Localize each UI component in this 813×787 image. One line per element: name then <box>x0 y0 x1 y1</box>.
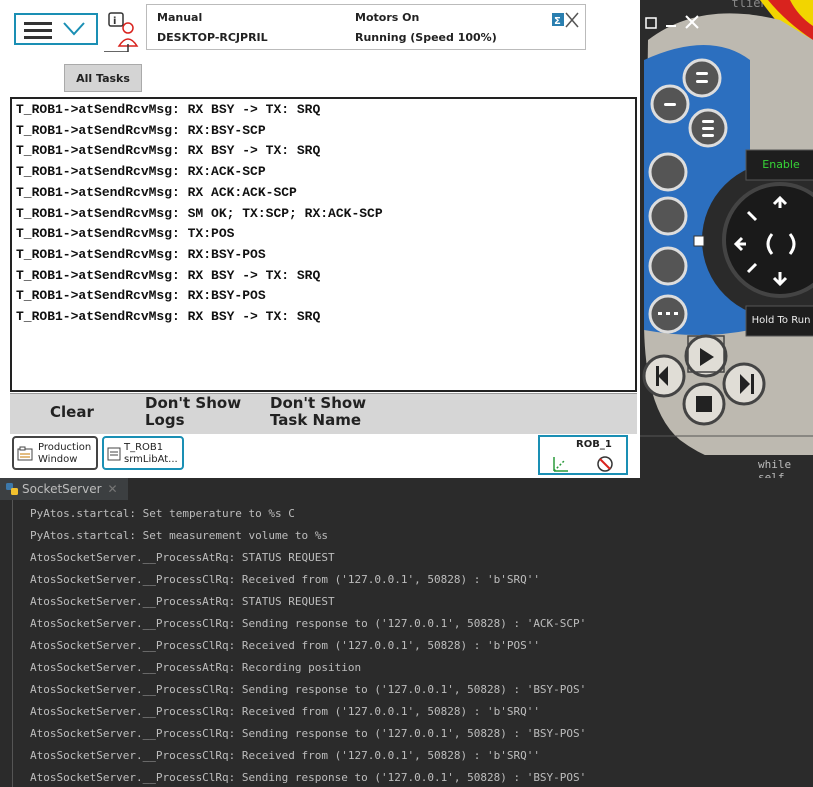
taskbar-label: Production <box>38 442 92 453</box>
dont-show-task-name-button[interactable]: Don't Show Task Name <box>270 395 390 433</box>
console-line: AtosSocketServer.__ProcessAtRq: STATUS R… <box>30 595 335 608</box>
taskbar-label: srmLibAt... <box>124 454 178 465</box>
chevron-down-icon <box>63 22 85 36</box>
button-label: Don't Show <box>145 394 242 412</box>
operator-task-icon[interactable]: i <box>104 10 144 52</box>
console-line: AtosSocketServer.__ProcessClRq: Sending … <box>30 617 587 630</box>
svg-text:i: i <box>113 16 116 27</box>
command-bar: Clear Don't Show Logs Don't Show Task Na… <box>10 393 637 434</box>
console-line: AtosSocketServer.__ProcessAtRq: Recordin… <box>30 661 362 674</box>
log-line: T_ROB1->atSendRcvMsg: RX BSY -> TX: SRQ <box>16 267 321 283</box>
tab-label: SocketServer <box>22 482 102 496</box>
log-line: T_ROB1->atSendRcvMsg: RX BSY -> TX: SRQ <box>16 143 321 159</box>
console-line: AtosSocketServer.__ProcessClRq: Received… <box>30 639 540 652</box>
log-line: T_ROB1->atSendRcvMsg: RX:ACK-SCP <box>16 164 266 180</box>
log-line: T_ROB1->atSendRcvMsg: RX ACK:ACK-SCP <box>16 184 297 200</box>
mode-label: Manual <box>157 11 203 24</box>
production-window-icon <box>17 446 33 461</box>
run-state: Running (Speed 100%) <box>355 31 497 44</box>
console-line: AtosSocketServer.__ProcessAtRq: STATUS R… <box>30 551 335 564</box>
flexpendant-screen: i All Tasks Manual DESKTOP-RCJPRIL Motor… <box>0 0 640 478</box>
clear-button[interactable]: Clear <box>50 404 94 421</box>
console-line: AtosSocketServer.__ProcessClRq: Received… <box>30 749 540 762</box>
log-line: T_ROB1->atSendRcvMsg: RX BSY -> TX: SRQ <box>16 102 321 117</box>
quickset-robot-button[interactable]: ROB_1 <box>538 435 628 475</box>
console-output: PyAtos.startcal: Set temperature to %s C… <box>12 500 813 787</box>
console-line: PyAtos.startcal: Set measurement volume … <box>30 529 329 542</box>
log-line: T_ROB1->atSendRcvMsg: RX:BSY-SCP <box>16 122 266 138</box>
jog-coordinate-icon <box>553 456 613 472</box>
controller-label: DESKTOP-RCJPRIL <box>157 31 268 44</box>
console-line: PyAtos.startcal: Set temperature to %s C <box>30 507 295 520</box>
python-icon <box>6 483 18 495</box>
motors-status: Motors On <box>355 11 420 24</box>
status-panel[interactable]: Manual DESKTOP-RCJPRIL Motors On Running… <box>146 4 586 50</box>
joystick-panel-graphic <box>640 0 813 472</box>
console-line: AtosSocketServer.__ProcessClRq: Received… <box>30 573 540 586</box>
svg-text:Σ: Σ <box>554 16 561 27</box>
taskbar-label: Window <box>38 454 78 465</box>
log-line: T_ROB1->atSendRcvMsg: RX BSY -> TX: SRQ <box>16 309 321 325</box>
log-line: T_ROB1->atSendRcvMsg: SM OK; TX:SCP; RX:… <box>16 205 383 221</box>
status-close-icon[interactable]: Σ <box>551 10 579 30</box>
log-line: T_ROB1->atSendRcvMsg: RX:BSY-POS <box>16 288 266 304</box>
console-line: AtosSocketServer.__ProcessClRq: Received… <box>30 705 540 718</box>
console-line: AtosSocketServer.__ProcessClRq: Sending … <box>30 771 587 784</box>
program-editor-icon <box>107 447 121 461</box>
taskbar-label: T_ROB1 <box>124 442 164 453</box>
dont-show-logs-button[interactable]: Don't Show Logs <box>145 395 255 433</box>
hold-to-run-button[interactable]: Hold To Run <box>746 306 813 336</box>
ide-run-console: SocketServer ✕ PyAtos.startcal: Set tempe… <box>0 478 813 787</box>
button-label: Task Name <box>270 411 362 429</box>
enable-button[interactable]: Enable <box>746 150 813 180</box>
background-code-strip: while self. <box>640 455 813 478</box>
button-label: Logs <box>145 411 185 429</box>
taskbar-production-window[interactable]: Production Window <box>12 436 98 470</box>
task-log-output: T_ROB1->atSendRcvMsg: RX BSY -> TX: SRQ … <box>10 97 637 392</box>
main-menu-button[interactable] <box>14 13 98 45</box>
log-line: T_ROB1->atSendRcvMsg: RX:BSY-POS <box>16 246 266 262</box>
close-icon[interactable]: ✕ <box>108 482 118 496</box>
run-tab-socketserver[interactable]: SocketServer ✕ <box>0 478 128 500</box>
tab-all-tasks[interactable]: All Tasks <box>64 64 142 92</box>
console-line: AtosSocketServer.__ProcessClRq: Sending … <box>30 727 587 740</box>
robot-label: ROB_1 <box>576 439 612 450</box>
hamburger-icon <box>24 22 52 39</box>
background-code-text: while self. <box>758 458 792 478</box>
log-line: T_ROB1->atSendRcvMsg: TX:POS <box>16 226 235 242</box>
taskbar-task-rob1[interactable]: T_ROB1 srmLibAt... <box>102 436 184 470</box>
virtual-flexpendant-panel: tlientLock. <box>640 0 813 478</box>
console-line: AtosSocketServer.__ProcessClRq: Sending … <box>30 683 587 696</box>
button-label: Don't Show <box>270 394 367 412</box>
